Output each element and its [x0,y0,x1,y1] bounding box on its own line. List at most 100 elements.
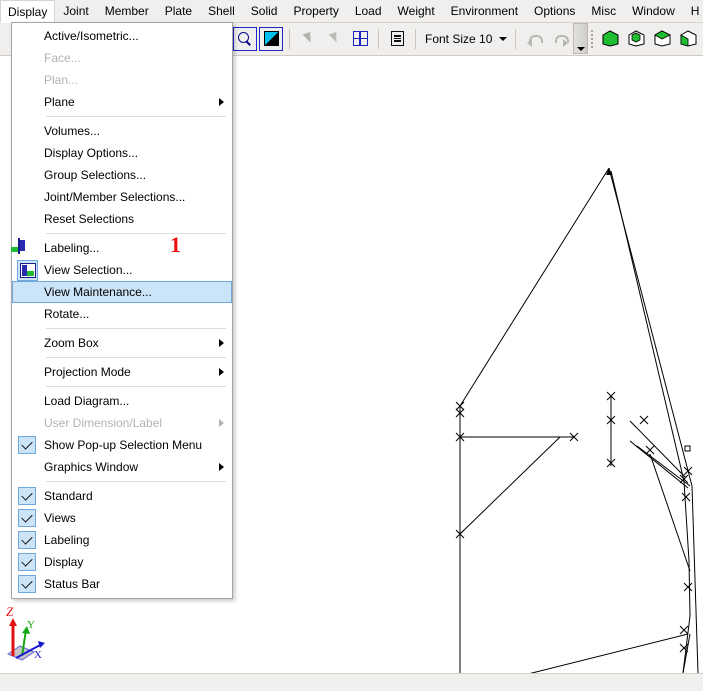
menubar-item-help[interactable]: H [683,0,703,22]
menuitem-group-selections[interactable]: Group Selections... [12,164,232,186]
menuitem-label: Load Diagram... [44,394,130,408]
menuitem-load-diagram[interactable]: Load Diagram... [12,390,232,412]
release-marker [684,445,691,452]
menuitem-label: Labeling... [44,241,100,255]
menuitem-active-isometric[interactable]: Active/Isometric... [12,25,232,47]
menuitem-label: Display [44,555,84,569]
menu-separator [46,357,226,358]
chevron-down-icon [499,36,508,41]
chevron-right-icon [219,419,224,427]
grid-icon[interactable] [348,27,372,51]
menuitem-face: Face... [12,47,232,69]
menuitem-label: Zoom Box [44,336,99,350]
menu-separator [46,328,226,329]
menubar-label-load: Load [354,4,382,18]
menubar-item-environment[interactable]: Environment [443,0,526,22]
menubar-item-misc[interactable]: Misc [583,0,624,22]
magnifier-icon[interactable] [233,26,257,51]
front-cube-glyph [628,30,645,47]
font-size-dropdown-arrow[interactable] [496,29,510,49]
checkbox-checked-icon[interactable] [18,575,36,593]
checkbox-checked-icon[interactable] [18,553,36,571]
display-menu-dropdown[interactable]: Active/Isometric... Face... Plan... Plan… [11,22,233,599]
menuitem-label: Plane [44,95,75,109]
menuitem-toolbar-labeling[interactable]: Labeling [12,529,232,551]
menubar-item-joint[interactable]: Joint [55,0,96,22]
menuitem-plane[interactable]: Plane [12,91,232,113]
menubar-item-options[interactable]: Options [526,0,583,22]
menuitem-label: Display Options... [44,146,139,160]
menubar-item-display[interactable]: Display [0,0,56,23]
menuitem-labeling-dialog[interactable]: Labeling... [12,237,232,259]
menuitem-toolbar-standard[interactable]: Standard [12,485,232,507]
menuitem-toolbar-status-bar[interactable]: Status Bar [12,573,232,595]
undo-icon[interactable] [522,27,546,51]
menuitem-view-selection[interactable]: View Selection... [12,259,232,281]
top-view-icon[interactable] [650,27,674,51]
menuitem-label: Volumes... [44,124,101,138]
table-document-icon[interactable] [385,27,409,51]
menuitem-label: View Maintenance... [44,285,152,299]
menuitem-reset-selections[interactable]: Reset Selections [12,208,232,230]
checkbox-checked-icon[interactable] [18,487,36,505]
chevron-right-icon [219,339,224,347]
axis-triad: Z Y X [0,596,50,666]
menuitem-toolbar-views[interactable]: Views [12,507,232,529]
menubar-item-shell[interactable]: Shell [200,0,243,22]
menubar-label-plate: Plate [164,4,193,18]
menuitem-label: Show Pop-up Selection Menu [44,438,203,452]
chevron-right-icon [219,98,224,106]
menuitem-show-popup-selection-menu[interactable]: Show Pop-up Selection Menu [12,434,232,456]
menubar-label-display: Display [8,4,48,19]
menuitem-label: Group Selections... [44,168,147,182]
axis-label-x: X [34,649,42,661]
menuitem-zoom-box[interactable]: Zoom Box [12,332,232,354]
menu-separator [46,481,226,482]
menubar-item-weight[interactable]: Weight [390,0,443,22]
menuitem-joint-member-selections[interactable]: Joint/Member Selections... [12,186,232,208]
front-view-icon[interactable] [624,27,648,51]
menuitem-rotate[interactable]: Rotate... [12,303,232,325]
render-view-icon[interactable] [259,26,283,51]
toolbar-grip[interactable] [591,29,594,48]
menuitem-view-maintenance[interactable]: View Maintenance... [12,281,232,303]
menubar-item-window[interactable]: Window [624,0,683,22]
status-bar [0,673,703,691]
render-glyph [263,31,279,46]
menubar-item-property[interactable]: Property [285,0,346,22]
table-glyph [390,31,404,46]
select-members-glyph [327,32,341,46]
menuitem-label: Views [44,511,76,525]
menuitem-projection-mode[interactable]: Projection Mode [12,361,232,383]
menubar-item-plate[interactable]: Plate [157,0,200,22]
checkbox-checked-icon[interactable] [18,436,36,454]
redo-icon[interactable] [548,27,572,51]
undo-glyph [526,31,543,47]
checkbox-checked-icon[interactable] [18,531,36,549]
chevron-right-icon [219,368,224,376]
menuitem-graphics-window[interactable]: Graphics Window [12,456,232,478]
side-view-icon[interactable] [676,27,700,51]
arrow-cursor-icon[interactable] [296,27,320,51]
menubar-item-load[interactable]: Load [347,0,390,22]
menuitem-volumes[interactable]: Volumes... [12,120,232,142]
menuitem-display-options[interactable]: Display Options... [12,142,232,164]
menubar-label-joint: Joint [63,4,89,18]
toolbar-overflow-icon[interactable] [573,23,589,54]
menubar-item-member[interactable]: Member [97,0,157,22]
isometric-cube-glyph [602,30,619,47]
checkbox-checked-icon[interactable] [18,509,36,527]
menuitem-label: User Dimension/Label [44,416,163,430]
menuitem-label: Active/Isometric... [44,29,139,43]
node-markers [455,391,693,653]
menuitem-label: View Selection... [44,263,133,277]
toolbar-separator [378,28,379,49]
menuitem-label: Joint/Member Selections... [44,190,186,204]
menuitem-label: Graphics Window [44,460,139,474]
menuitem-label: Plan... [44,73,79,87]
select-members-icon[interactable] [322,27,346,51]
axis-label-y: Y [27,619,35,631]
menuitem-toolbar-display[interactable]: Display [12,551,232,573]
isometric-view-icon[interactable] [598,27,622,51]
menubar-item-solid[interactable]: Solid [243,0,286,22]
